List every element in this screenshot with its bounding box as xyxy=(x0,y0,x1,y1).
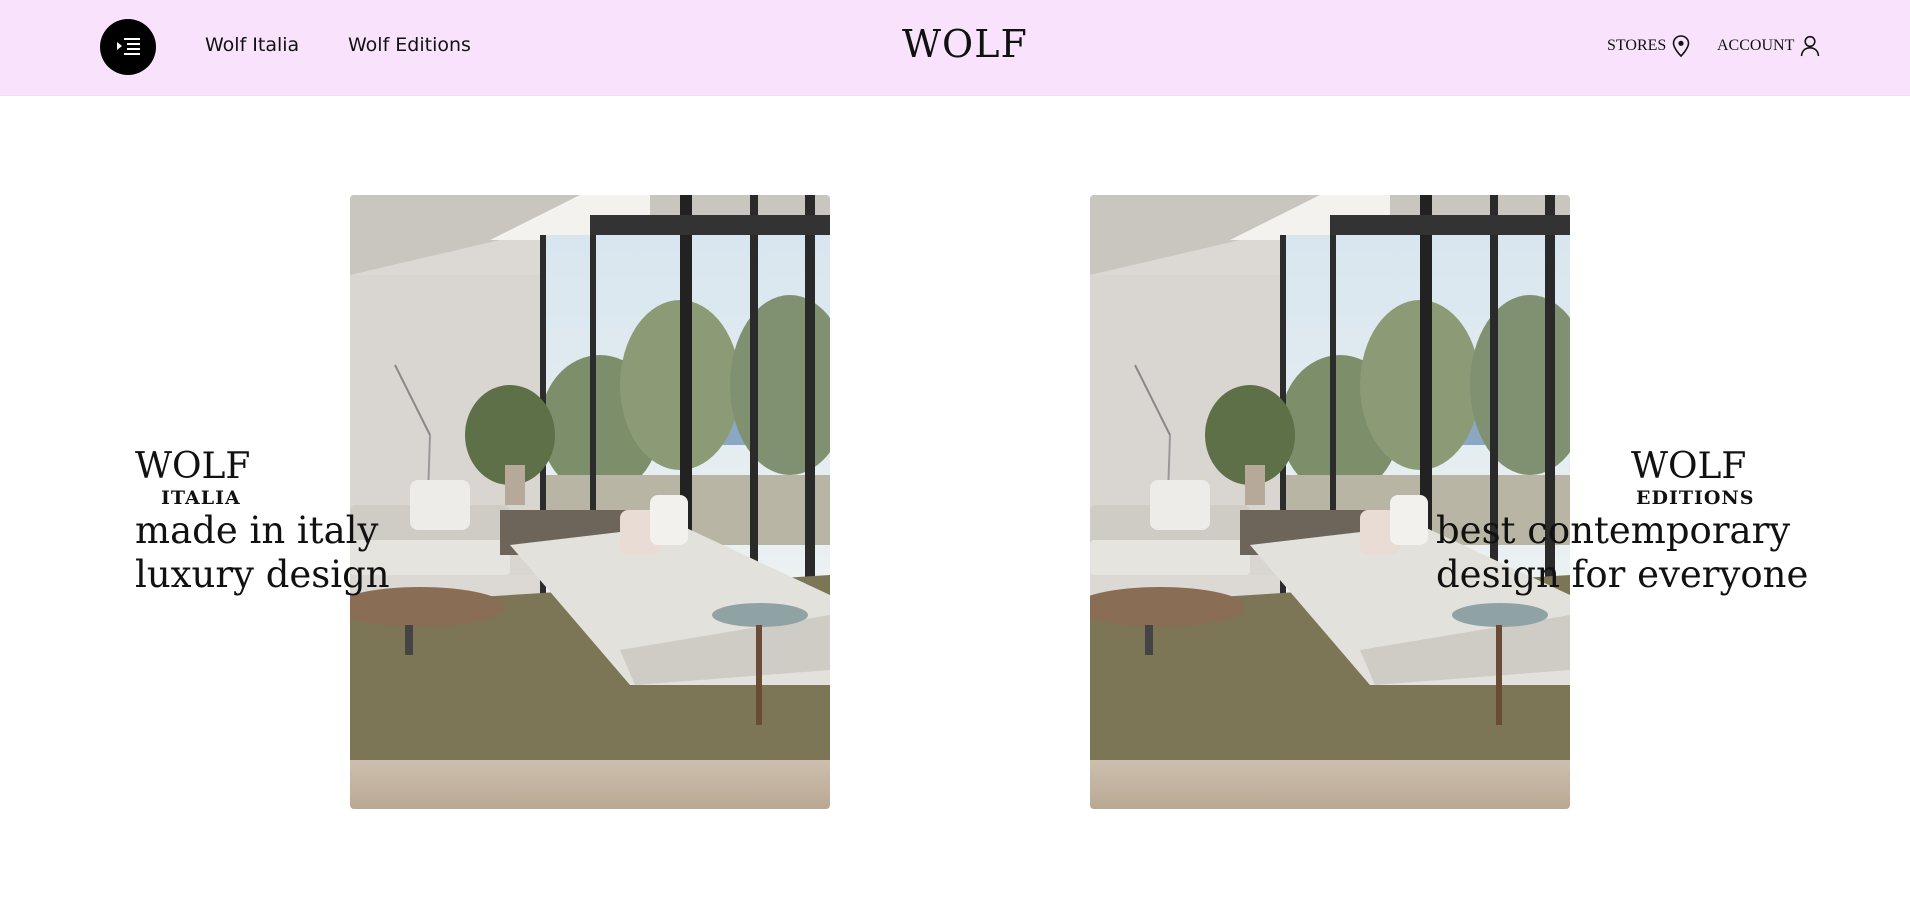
wolf-italia-brand[interactable]: WOLF ITALIA made in italy luxury design xyxy=(135,447,390,597)
account-link[interactable]: ACCOUNT xyxy=(1717,35,1820,57)
brand-tagline-line: best contemporary xyxy=(1436,509,1791,552)
stores-link[interactable]: STORES xyxy=(1607,35,1690,57)
brand-tagline-line: design for everyone xyxy=(1436,553,1809,596)
wolf-editions-brand[interactable]: WOLF EDITIONS best contemporary design f… xyxy=(1436,447,1808,597)
site-header: Wolf Italia Wolf Editions WOLF STORES AC… xyxy=(0,0,1910,96)
nav-wolf-editions[interactable]: Wolf Editions xyxy=(348,34,471,56)
brand-subtitle: EDITIONS xyxy=(1636,487,1755,509)
account-label: ACCOUNT xyxy=(1717,37,1795,54)
nav-wolf-italia[interactable]: Wolf Italia xyxy=(205,34,299,56)
user-icon xyxy=(1801,35,1820,57)
living-room-photo xyxy=(350,195,830,809)
location-pin-icon xyxy=(1672,35,1690,57)
brand-title: WOLF xyxy=(135,446,251,487)
brand-tagline-line: made in italy xyxy=(135,509,379,552)
brand-title: WOLF xyxy=(1631,446,1747,487)
brand-tagline-line: luxury design xyxy=(135,553,390,596)
site-logo[interactable]: WOLF xyxy=(902,22,1028,66)
stores-label: STORES xyxy=(1607,37,1667,54)
menu-indent-icon xyxy=(117,38,140,55)
menu-button[interactable] xyxy=(100,19,156,75)
wolf-italia-image[interactable] xyxy=(350,195,830,809)
brand-subtitle: ITALIA xyxy=(161,487,241,509)
